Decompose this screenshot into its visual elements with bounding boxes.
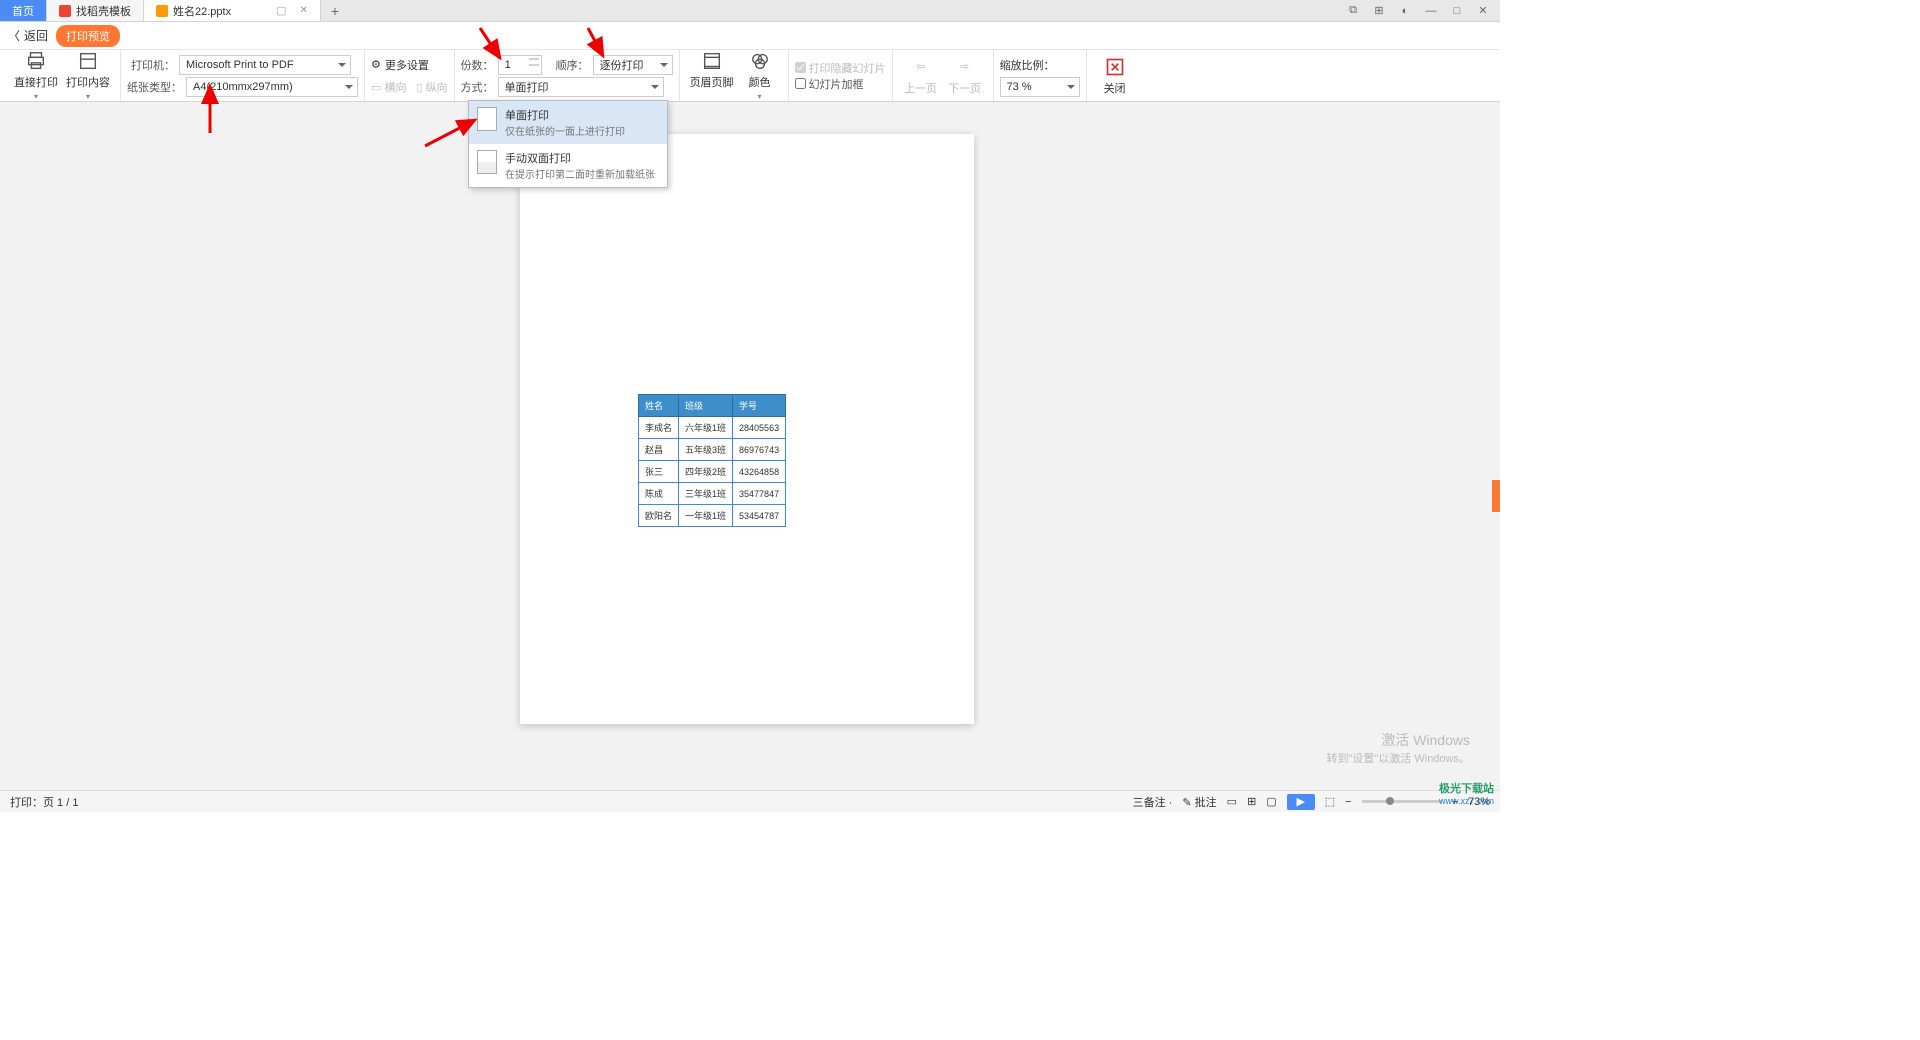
table-header: 姓名 [639, 395, 679, 417]
tab-add[interactable]: + [321, 0, 349, 21]
gear-icon: ⚙ [371, 58, 381, 71]
close-x-icon [1104, 56, 1126, 78]
close-icon[interactable]: ✕ [300, 5, 308, 16]
status-notes[interactable]: 三备注 · [1133, 794, 1173, 810]
view-sorter-icon[interactable]: ⊞ [1247, 795, 1256, 808]
content-icon [77, 50, 99, 72]
tab-home[interactable]: 首页 [0, 0, 47, 21]
table-cell: 43264858 [733, 461, 786, 483]
layout-icon[interactable]: ⧉ [1344, 2, 1362, 20]
table-header: 学号 [733, 395, 786, 417]
maximize-icon[interactable]: □ [1448, 2, 1466, 20]
order-label: 顺序： [556, 57, 589, 73]
fit-icon[interactable]: ⬚ [1325, 795, 1335, 808]
table-cell: 四年级2班 [679, 461, 733, 483]
next-page-button: ⇨ 下一页 [943, 54, 987, 98]
zoom-dropdown[interactable]: 73 % [1000, 77, 1080, 97]
status-comments[interactable]: ✎ 批注 [1182, 794, 1216, 810]
tab-file-active[interactable]: 姓名22.pptx ▢ ✕ [144, 0, 321, 21]
status-page-info: 打印：页 1 / 1 [10, 794, 78, 810]
mode-option-duplex[interactable]: 手动双面打印 在提示打印第二面时重新加载纸张 [469, 144, 667, 187]
portrait-button: ▯ 纵向 [416, 79, 447, 95]
header-footer-icon [701, 50, 723, 72]
skin-icon[interactable]: ◐ [1396, 2, 1414, 20]
sub-header: 〈 返回 打印预览 [0, 22, 1500, 50]
tab-template[interactable]: 找稻壳模板 [47, 0, 144, 21]
arrow-left-icon: ⇦ [910, 56, 932, 78]
table-row: 赵昌五年级3班86976743 [639, 439, 786, 461]
paper-dropdown[interactable]: A4(210mmx297mm) [186, 77, 358, 97]
back-button[interactable]: 〈 返回 [8, 27, 48, 44]
side-tab[interactable] [1492, 480, 1500, 512]
chk-slide-frame[interactable]: 幻灯片加框 [795, 76, 886, 92]
watermark-title: 激活 Windows [1381, 730, 1470, 750]
window-controls: ⧉ ⊞ ◐ — □ ✕ [1344, 0, 1500, 21]
template-icon [59, 5, 71, 17]
view-reading-icon[interactable]: ▢ [1266, 795, 1276, 808]
printer-label: 打印机： [127, 57, 175, 73]
ppt-icon [156, 5, 168, 17]
paper-label: 纸张类型： [127, 79, 182, 95]
table-header: 班级 [679, 395, 733, 417]
close-button[interactable]: 关闭 [1093, 54, 1137, 98]
zoom-out-icon[interactable]: − [1345, 796, 1351, 808]
win-close-icon[interactable]: ✕ [1474, 2, 1492, 20]
duplex-icon [477, 150, 497, 174]
direct-print-button[interactable]: 直接打印▾ [10, 48, 62, 103]
table-cell: 六年级1班 [679, 417, 733, 439]
zoom-label: 缩放比例： [1000, 57, 1055, 73]
chevron-left-icon: 〈 [8, 27, 20, 44]
site-watermark: 极光下载站 www.xz7.com [1439, 780, 1494, 806]
table-row: 张三四年级2班43264858 [639, 461, 786, 483]
chk-hidden-slides: 打印隐藏幻灯片 [795, 60, 886, 76]
mode-dropdown-popup: 单面打印 仅在纸张的一面上进行打印 手动双面打印 在提示打印第二面时重新加载纸张 [468, 100, 668, 188]
table-cell: 86976743 [733, 439, 786, 461]
ribbon-toolbar: 直接打印▾ 打印内容▾ 打印机： Microsoft Print to PDF … [0, 50, 1500, 102]
color-button[interactable]: 颜色▾ [738, 48, 782, 103]
mode-label: 方式： [461, 79, 494, 95]
copies-spinner[interactable]: 1 [498, 55, 542, 75]
table-cell: 赵昌 [639, 439, 679, 461]
table-cell: 欧阳名 [639, 505, 679, 527]
table-cell: 35477847 [733, 483, 786, 505]
table-cell: 李成名 [639, 417, 679, 439]
landscape-button: ▭ 横向 [371, 79, 406, 95]
play-button[interactable]: ▶ [1287, 794, 1315, 810]
single-side-icon [477, 107, 497, 131]
mode-dropdown[interactable]: 单面打印 [498, 77, 664, 97]
slideshow-icon[interactable]: ▢ [276, 4, 286, 17]
more-settings-button[interactable]: ⚙ 更多设置 [371, 54, 448, 76]
table-row: 李成名六年级1班28405563 [639, 417, 786, 439]
table-cell: 28405563 [733, 417, 786, 439]
table-cell: 三年级1班 [679, 483, 733, 505]
zoom-slider[interactable] [1362, 800, 1442, 803]
table-cell: 陈成 [639, 483, 679, 505]
table-cell: 53454787 [733, 505, 786, 527]
data-table: 姓名班级学号 李成名六年级1班28405563赵昌五年级3班86976743张三… [638, 394, 786, 527]
copies-label: 份数： [461, 57, 494, 73]
table-row: 欧阳名一年级1班53454787 [639, 505, 786, 527]
print-content-button[interactable]: 打印内容▾ [62, 48, 114, 103]
printer-dropdown[interactable]: Microsoft Print to PDF [179, 55, 351, 75]
table-cell: 五年级3班 [679, 439, 733, 461]
canvas-area: 姓名班级学号 李成名六年级1班28405563赵昌五年级3班86976743张三… [0, 102, 1500, 790]
preview-page: 姓名班级学号 李成名六年级1班28405563赵昌五年级3班86976743张三… [520, 134, 974, 724]
printer-icon [25, 50, 47, 72]
status-bar: 打印：页 1 / 1 三备注 · ✎ 批注 ▭ ⊞ ▢ ▶ ⬚ − + 73% [0, 790, 1500, 812]
table-row: 陈成三年级1班35477847 [639, 483, 786, 505]
grid-icon[interactable]: ⊞ [1370, 2, 1388, 20]
tab-bar: 首页 找稻壳模板 姓名22.pptx ▢ ✕ + ⧉ ⊞ ◐ — □ ✕ [0, 0, 1500, 22]
mode-option-single[interactable]: 单面打印 仅在纸张的一面上进行打印 [469, 101, 667, 144]
print-preview-pill[interactable]: 打印预览 [56, 25, 120, 47]
watermark-sub: 转到"设置"以激活 Windows。 [1327, 750, 1471, 766]
prev-page-button: ⇦ 上一页 [899, 54, 943, 98]
color-icon [749, 50, 771, 72]
table-cell: 一年级1班 [679, 505, 733, 527]
table-cell: 张三 [639, 461, 679, 483]
view-normal-icon[interactable]: ▭ [1227, 795, 1237, 808]
arrow-right-icon: ⇨ [954, 56, 976, 78]
order-dropdown[interactable]: 逐份打印 [593, 55, 673, 75]
header-footer-button[interactable]: 页眉页脚 [686, 48, 738, 103]
minimize-icon[interactable]: — [1422, 2, 1440, 20]
